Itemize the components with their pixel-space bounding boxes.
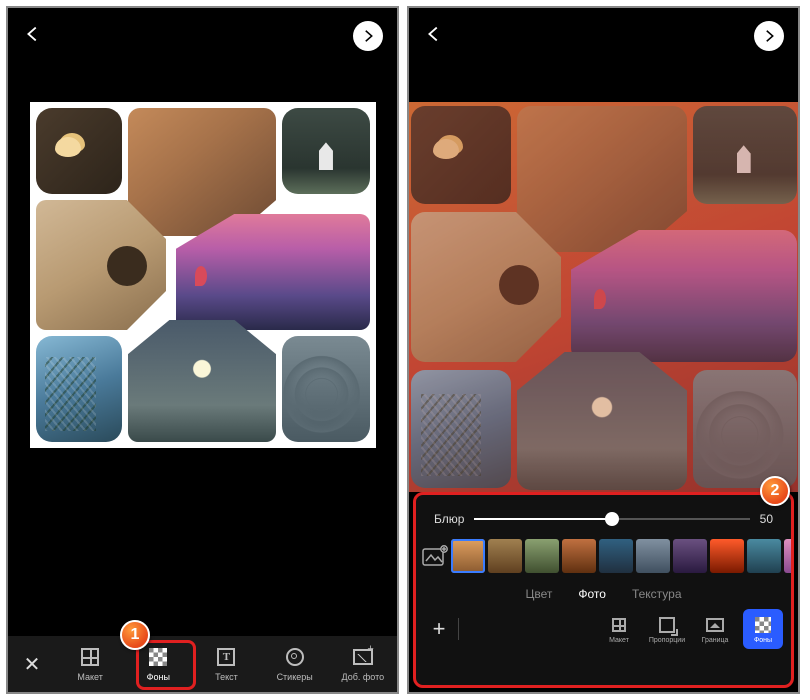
tab-photo[interactable]: Фото: [578, 587, 606, 601]
mini-label: Макет: [609, 637, 629, 644]
bg-thumbnail[interactable]: [488, 539, 522, 573]
screen-right: Блюр 50 Цвет: [407, 6, 800, 694]
bg-thumbnail[interactable]: [747, 539, 781, 573]
mini-toolbar: + Макет Пропорции Граница: [416, 607, 791, 655]
collage-tile[interactable]: [411, 370, 511, 488]
blur-slider[interactable]: [474, 509, 749, 529]
bg-thumbnail[interactable]: [784, 539, 791, 573]
collage-tile[interactable]: [571, 230, 797, 362]
mini-layout[interactable]: Макет: [599, 609, 639, 649]
bg-thumbnails: [416, 535, 791, 577]
mini-aspect[interactable]: Пропорции: [647, 609, 687, 649]
border-icon: [705, 615, 725, 635]
tool-text[interactable]: T Текст: [198, 642, 254, 686]
tab-color[interactable]: Цвет: [525, 587, 552, 601]
sticker-icon: [284, 646, 306, 668]
tool-label: Макет: [77, 672, 102, 682]
add-image-button[interactable]: [422, 539, 448, 573]
bg-thumbnail[interactable]: [636, 539, 670, 573]
slider-label: Блюр: [434, 512, 464, 526]
next-button[interactable]: [754, 21, 784, 51]
grid-icon: [609, 615, 629, 635]
bg-thumbnail[interactable]: [599, 539, 633, 573]
collage-tile[interactable]: [693, 370, 797, 488]
tool-add-photo[interactable]: Доб. фото: [335, 642, 391, 686]
next-button[interactable]: [353, 21, 383, 51]
collage-tile[interactable]: [128, 320, 276, 442]
add-photo-icon: [352, 646, 374, 668]
collage-canvas[interactable]: [409, 102, 799, 492]
bg-tabs: Цвет Фото Текстура: [416, 577, 791, 607]
back-icon[interactable]: [22, 23, 44, 50]
top-bar: [8, 8, 397, 64]
bg-thumbnail[interactable]: [525, 539, 559, 573]
background-icon: [753, 615, 773, 635]
separator: [458, 618, 459, 640]
mini-border[interactable]: Граница: [695, 609, 735, 649]
collage-tile[interactable]: [36, 336, 122, 442]
mini-backgrounds[interactable]: Фоны: [743, 609, 783, 649]
callout-badge-1: 1: [120, 620, 150, 650]
aspect-icon: [657, 615, 677, 635]
annotation-highlight: [136, 640, 196, 690]
tool-layout[interactable]: Макет: [62, 642, 118, 686]
mini-label: Фоны: [754, 637, 772, 644]
mini-label: Пропорции: [649, 637, 685, 644]
tool-stickers[interactable]: Стикеры: [267, 642, 323, 686]
backgrounds-panel: Блюр 50 Цвет: [413, 492, 794, 688]
tab-texture[interactable]: Текстура: [632, 587, 682, 601]
add-button[interactable]: +: [424, 616, 454, 642]
mini-label: Граница: [702, 637, 729, 644]
text-icon: T: [215, 646, 237, 668]
bottom-toolbar: ✕ Макет Фоны T Текст Стикеры: [8, 636, 397, 692]
tool-label: Доб. фото: [342, 672, 385, 682]
tool-label: Стикеры: [277, 672, 313, 682]
collage-tile[interactable]: [411, 106, 511, 204]
collage-tile[interactable]: [693, 106, 797, 204]
bg-thumbnail[interactable]: [451, 539, 485, 573]
collage-tile[interactable]: [282, 336, 370, 442]
top-bar: [409, 8, 798, 64]
collage-tile[interactable]: [36, 108, 122, 194]
grid-icon: [79, 646, 101, 668]
bg-thumbnail[interactable]: [710, 539, 744, 573]
bg-thumbnail[interactable]: [673, 539, 707, 573]
slider-value: 50: [760, 512, 773, 526]
collage-tile[interactable]: [411, 212, 561, 362]
collage-tile[interactable]: [282, 108, 370, 194]
collage-canvas[interactable]: [30, 102, 376, 448]
bg-thumbnail[interactable]: [562, 539, 596, 573]
tool-label: Текст: [215, 672, 238, 682]
back-icon[interactable]: [423, 23, 445, 50]
callout-badge-2: 2: [760, 476, 790, 506]
screen-left: ✕ Макет Фоны T Текст Стикеры: [6, 6, 399, 694]
close-button[interactable]: ✕: [8, 652, 56, 677]
blur-slider-row: Блюр 50: [416, 503, 791, 535]
collage-tile[interactable]: [36, 200, 166, 330]
collage-tile[interactable]: [517, 352, 687, 490]
